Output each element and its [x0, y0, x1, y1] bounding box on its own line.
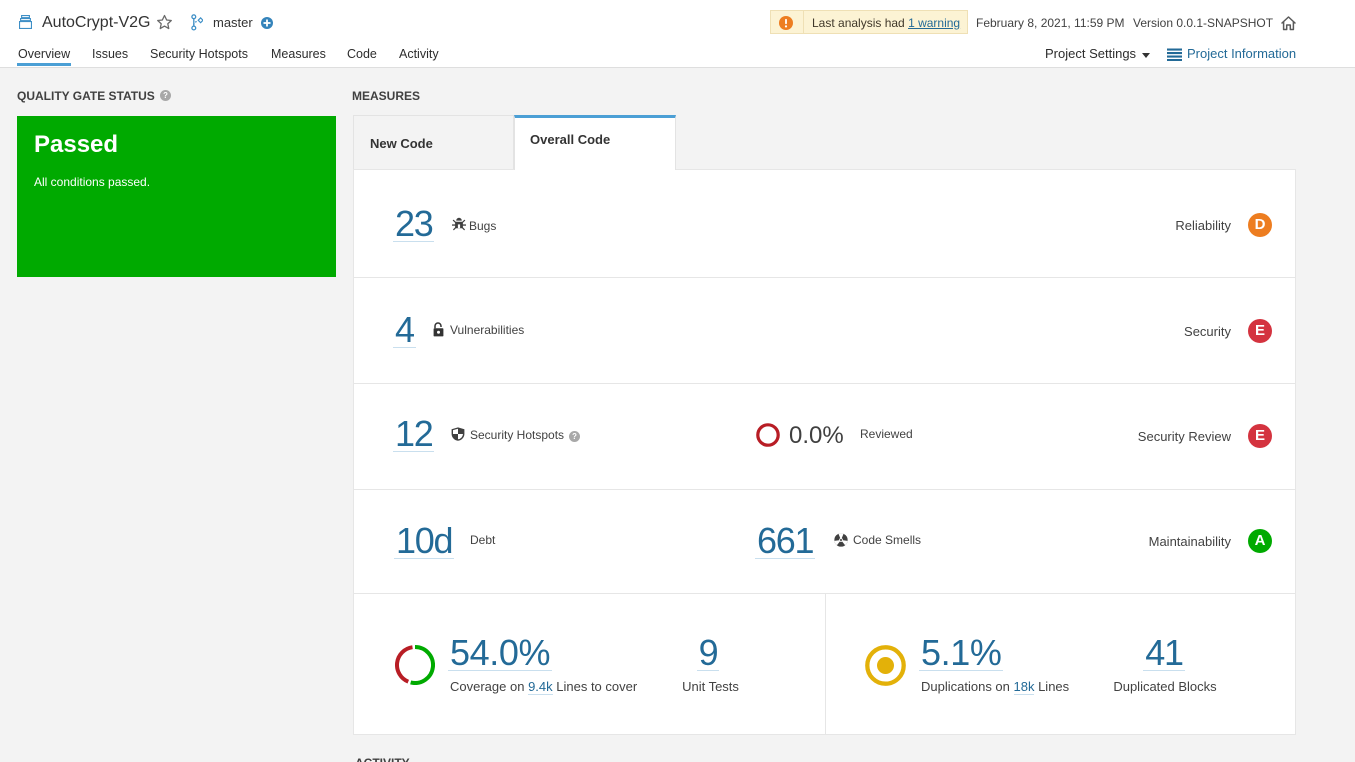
- svg-text:?: ?: [163, 91, 168, 100]
